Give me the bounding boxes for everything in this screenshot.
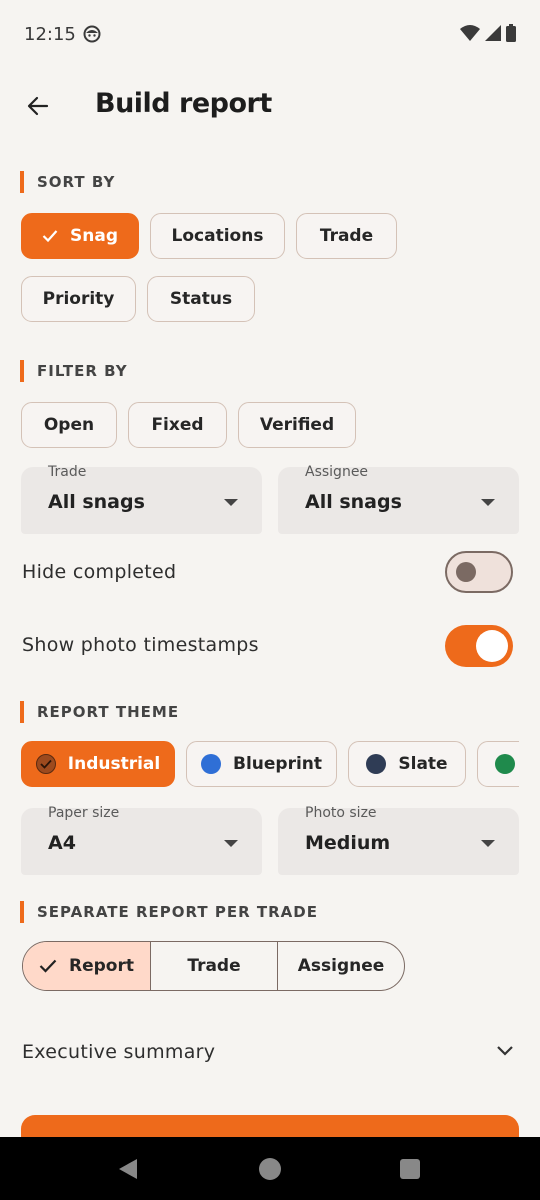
show-timestamps-label: Show photo timestamps	[22, 634, 259, 656]
dropdown-arrow-icon	[224, 840, 238, 847]
assignee-dropdown-label: Assignee	[305, 464, 369, 480]
theme-chip-industrial[interactable]: Industrial	[21, 741, 175, 787]
arrow-back-icon	[26, 94, 50, 123]
nav-back-icon[interactable]	[118, 1158, 138, 1185]
report-theme-heading: REPORT THEME	[20, 701, 179, 723]
separate-report-segmented: Report Trade Assignee	[22, 941, 405, 991]
paper-size-dropdown[interactable]: Paper size A4	[21, 805, 262, 875]
separate-report-heading: SEPARATE REPORT PER TRADE	[20, 901, 318, 923]
check-icon	[42, 229, 58, 243]
trade-dropdown-value: All snags	[48, 491, 145, 513]
sort-chip-status[interactable]: Status	[147, 276, 255, 322]
dropdown-arrow-icon	[481, 499, 495, 506]
battery-icon	[506, 24, 516, 47]
hide-completed-toggle[interactable]	[445, 551, 513, 593]
executive-summary-row[interactable]: Executive summary	[0, 1024, 540, 1080]
chevron-down-icon	[496, 1044, 514, 1062]
top-app-bar: Build report	[0, 78, 540, 138]
photo-size-label: Photo size	[305, 805, 377, 821]
sort-chip-snag[interactable]: Snag	[21, 213, 139, 259]
segment-trade[interactable]: Trade	[150, 942, 277, 990]
dropdown-arrow-icon	[224, 499, 238, 506]
status-time: 12:15	[24, 24, 76, 45]
trade-dropdown[interactable]: Trade All snags	[21, 464, 262, 534]
filter-by-heading: FILTER BY	[20, 360, 128, 382]
color-swatch-icon	[366, 754, 387, 774]
segment-report[interactable]: Report	[23, 942, 150, 990]
color-swatch-icon	[495, 754, 515, 774]
assignee-dropdown[interactable]: Assignee All snags	[278, 464, 519, 534]
wifi-icon	[460, 24, 480, 47]
show-timestamps-toggle[interactable]	[445, 625, 513, 667]
photo-size-dropdown[interactable]: Photo size Medium	[278, 805, 519, 875]
status-bar: 12:15	[0, 0, 540, 70]
page-title: Build report	[95, 88, 272, 119]
color-swatch-icon	[200, 754, 221, 774]
sort-chip-trade[interactable]: Trade	[296, 213, 397, 259]
trade-dropdown-label: Trade	[48, 464, 87, 480]
executive-summary-label: Executive summary	[22, 1041, 216, 1063]
signal-icon	[485, 25, 501, 46]
segment-assignee[interactable]: Assignee	[277, 942, 404, 990]
hide-completed-label: Hide completed	[22, 561, 177, 583]
theme-chip-slate[interactable]: Slate	[348, 741, 466, 787]
paper-size-label: Paper size	[48, 805, 120, 821]
filter-chip-fixed[interactable]: Fixed	[128, 402, 227, 448]
sort-by-heading: SORT BY	[20, 171, 115, 193]
assignee-dropdown-value: All snags	[305, 491, 402, 513]
filter-chip-open[interactable]: Open	[21, 402, 117, 448]
dropdown-arrow-icon	[481, 840, 495, 847]
photo-size-value: Medium	[305, 832, 391, 854]
nav-home-icon[interactable]	[259, 1158, 281, 1180]
back-button[interactable]	[20, 90, 56, 126]
check-icon	[35, 754, 56, 774]
system-nav-bar	[0, 1137, 540, 1200]
check-icon	[39, 959, 57, 973]
sort-chip-locations[interactable]: Locations	[150, 213, 285, 259]
notification-icon	[83, 25, 101, 43]
sort-chip-priority[interactable]: Priority	[21, 276, 136, 322]
theme-chip-green[interactable]	[477, 741, 519, 787]
nav-recents-icon[interactable]	[400, 1159, 420, 1179]
filter-chip-verified[interactable]: Verified	[238, 402, 356, 448]
paper-size-value: A4	[48, 832, 76, 854]
theme-chip-blueprint[interactable]: Blueprint	[186, 741, 337, 787]
theme-chip-row: Industrial Blueprint Slate	[0, 740, 519, 788]
